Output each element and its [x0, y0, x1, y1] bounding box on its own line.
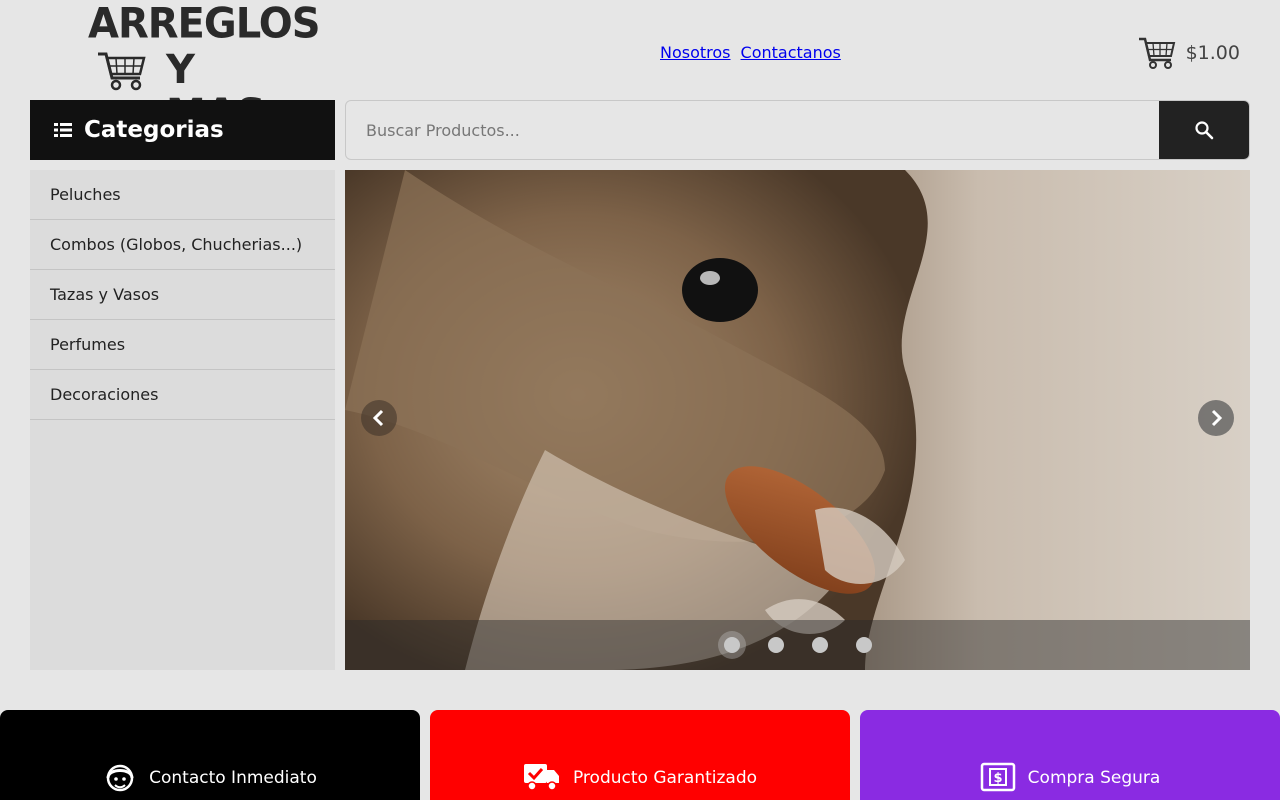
- money-bill-icon: $: [980, 762, 1015, 792]
- feature-label-compra-segura: Compra Segura: [1027, 768, 1161, 788]
- category-item-tazas-vasos[interactable]: Tazas y Vasos: [30, 270, 335, 320]
- carousel-indicators: [345, 620, 1250, 670]
- category-item-peluches[interactable]: Peluches: [30, 170, 335, 220]
- carousel-dot-3[interactable]: [811, 637, 828, 653]
- search-bar: [345, 100, 1250, 160]
- carousel-dot-2[interactable]: [767, 637, 784, 653]
- carousel-next-button[interactable]: [1198, 400, 1234, 436]
- top-nav: Nosotros Contactanos: [660, 43, 841, 62]
- carousel-dot-1[interactable]: [723, 637, 740, 653]
- categories-header[interactable]: Categorias: [30, 100, 335, 160]
- shopping-cart-icon: [1138, 37, 1175, 69]
- carousel-slide-image: [345, 170, 1250, 670]
- chevron-left-icon: [372, 409, 384, 427]
- feature-card-garantizado: Producto Garantizado: [430, 710, 850, 800]
- feature-label-garantizado: Producto Garantizado: [572, 768, 758, 788]
- feature-label-contacto: Contacto Inmediato: [149, 768, 317, 788]
- category-item-perfumes[interactable]: Perfumes: [30, 320, 335, 370]
- categories-list: Peluches Combos (Globos, Chucherias...) …: [30, 170, 335, 670]
- category-item-decoraciones[interactable]: Decoraciones: [30, 370, 335, 420]
- logo-text-line1: ARREGLOS: [88, 0, 321, 49]
- list-icon: [54, 123, 72, 137]
- feature-card-compra-segura: $ Compra Segura: [860, 710, 1280, 800]
- chevron-right-icon: [1211, 409, 1223, 427]
- category-item-combos[interactable]: Combos (Globos, Chucherias...): [30, 220, 335, 270]
- categories-title: Categorias: [84, 117, 224, 143]
- svg-text:$: $: [993, 771, 1002, 786]
- search-input[interactable]: [346, 101, 1159, 159]
- delivery-truck-check-icon: [523, 764, 559, 791]
- feature-card-contacto: Contacto Inmediato: [0, 710, 420, 800]
- search-button[interactable]: [1159, 101, 1249, 159]
- hero-carousel: [345, 170, 1250, 670]
- carousel-dot-4[interactable]: [855, 637, 872, 653]
- cart-summary[interactable]: $1.00: [1138, 36, 1240, 70]
- support-agent-icon: [106, 764, 134, 792]
- search-icon: [1195, 121, 1214, 140]
- logo-cart-icon: [98, 52, 146, 91]
- site-logo[interactable]: ARREGLOS Y MAS: [88, 1, 321, 136]
- cart-total: $1.00: [1185, 42, 1240, 64]
- nav-link-contactanos[interactable]: Contactanos: [741, 43, 841, 62]
- nav-link-nosotros[interactable]: Nosotros: [660, 43, 731, 62]
- carousel-prev-button[interactable]: [361, 400, 397, 436]
